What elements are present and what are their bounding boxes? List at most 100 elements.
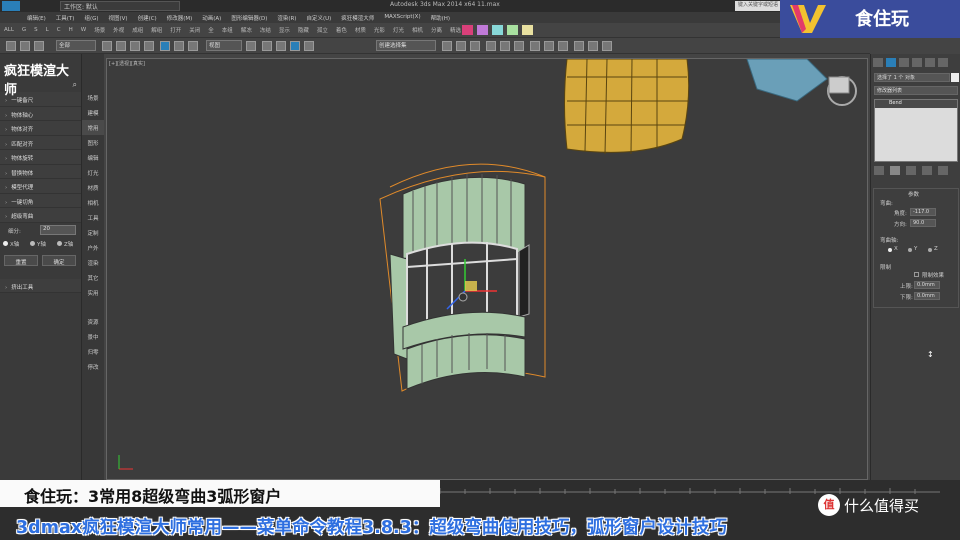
color-swatch[interactable] — [462, 25, 473, 35]
percent-snap-icon[interactable] — [290, 41, 300, 51]
window-crossing-icon[interactable] — [144, 41, 154, 51]
render-icon[interactable] — [558, 41, 568, 51]
align-icon[interactable] — [456, 41, 466, 51]
menu-item[interactable]: 动画(A) — [197, 12, 226, 23]
axis-y-radio[interactable] — [908, 248, 912, 252]
toolbar-button[interactable]: ALL — [0, 27, 18, 33]
toolbar-button[interactable]: 显示 — [275, 26, 294, 34]
toolbar-button[interactable]: 全 — [204, 26, 218, 34]
rotate-icon[interactable] — [174, 41, 184, 51]
toolbar-button[interactable]: H — [65, 27, 77, 33]
pivot-icon[interactable] — [246, 41, 256, 51]
viewcube[interactable] — [827, 76, 857, 106]
toolbar-button[interactable]: 成组 — [128, 26, 147, 34]
toolbar-button[interactable]: W — [77, 27, 90, 33]
toolbar-button[interactable]: 本组 — [218, 26, 237, 34]
modifier-stack[interactable]: Bend — [874, 99, 958, 162]
toolbar-button[interactable]: C — [53, 27, 65, 33]
toolbar-button[interactable]: 材质 — [351, 26, 370, 34]
toolbar-button[interactable]: 分离 — [427, 26, 446, 34]
toolbar-button[interactable]: 解冻 — [237, 26, 256, 34]
direction-input[interactable]: 90.0 — [910, 219, 936, 227]
upper-limit-input[interactable]: 0.0mm — [914, 281, 940, 289]
pin-stack-icon[interactable] — [874, 166, 884, 175]
toolbar-button[interactable]: 冻结 — [256, 26, 275, 34]
plugin-item[interactable]: 物体旋转 — [0, 150, 81, 165]
toolbar-button[interactable]: 解组 — [147, 26, 166, 34]
angle-snap-icon[interactable] — [276, 41, 286, 51]
stack-item-bend[interactable]: Bend — [875, 100, 957, 108]
perspective-viewport[interactable]: [+][透视][真实] — [106, 58, 868, 480]
axis-y-radio[interactable] — [30, 240, 35, 246]
plugin-tab[interactable]: 渲染 — [82, 255, 104, 270]
schematic-icon[interactable] — [500, 41, 510, 51]
select-object-icon[interactable] — [102, 41, 112, 51]
show-end-result-icon[interactable] — [890, 166, 900, 175]
create-tab-icon[interactable] — [873, 58, 883, 67]
plugin-item[interactable]: 模型代理 — [0, 179, 81, 194]
teapot-icon[interactable] — [602, 41, 612, 51]
plugin-tab[interactable]: 其它 — [82, 270, 104, 285]
plugin-tab[interactable]: 实用 — [82, 285, 104, 300]
plugin-tab[interactable]: 材质 — [82, 180, 104, 195]
plugin-tab[interactable]: 户外 — [82, 240, 104, 255]
toolbar-button[interactable]: 外视 — [109, 26, 128, 34]
toolbar-button[interactable]: 灯光 — [389, 26, 408, 34]
display-tab-icon[interactable] — [925, 58, 935, 67]
select-by-name-icon[interactable] — [116, 41, 126, 51]
object-name-field[interactable]: 选择了 1 个 对象 — [874, 73, 950, 82]
render-setup-icon[interactable] — [530, 41, 540, 51]
plugin-search[interactable]: ⌕ — [0, 80, 81, 92]
menu-item[interactable]: 创建(C) — [133, 12, 162, 23]
app-icon[interactable] — [2, 1, 20, 11]
move-icon[interactable] — [160, 41, 170, 51]
plugin-item[interactable]: 物体轴心 — [0, 106, 81, 121]
plugin-item[interactable]: 物体对齐 — [0, 121, 81, 136]
segments-input[interactable]: 20 — [40, 224, 76, 235]
named-selection-select[interactable]: 创建选择集 — [376, 40, 436, 51]
axis-x-radio[interactable] — [888, 248, 892, 252]
configure-sets-icon[interactable] — [938, 166, 948, 175]
toolbar-button[interactable]: L — [42, 27, 53, 33]
plugin-tab[interactable]: 灯光 — [82, 165, 104, 180]
plugin-tab[interactable]: 归零 — [82, 344, 104, 359]
teapot-icon[interactable] — [588, 41, 598, 51]
render-frame-icon[interactable] — [544, 41, 554, 51]
teapot-icon[interactable] — [574, 41, 584, 51]
plugin-item-extrude[interactable]: 挤出工具 — [0, 278, 81, 293]
toolbar-button[interactable]: 着色 — [332, 26, 351, 34]
menu-item[interactable]: MAXScript(X) — [379, 12, 425, 23]
reference-coordinate-select[interactable]: 视图 — [206, 40, 242, 51]
color-swatch[interactable] — [507, 25, 518, 35]
toolbar-button[interactable]: G — [18, 27, 30, 33]
remove-modifier-icon[interactable] — [922, 166, 932, 175]
menu-item[interactable]: 修改器(M) — [162, 12, 198, 23]
toolbar-button[interactable]: 光影 — [370, 26, 389, 34]
plugin-tab[interactable]: 资源 — [82, 314, 104, 329]
timeline-ruler[interactable] — [440, 486, 940, 494]
menu-item[interactable]: 组(G) — [79, 12, 103, 23]
object-color-swatch[interactable] — [951, 73, 959, 82]
angle-input[interactable]: -117.0 — [910, 208, 936, 216]
rollout-title[interactable]: 参数 — [908, 190, 919, 198]
search-icon[interactable]: ⌕ — [73, 80, 77, 90]
menu-item[interactable]: 自定义(U) — [301, 12, 336, 23]
modify-tab-icon[interactable] — [886, 58, 896, 67]
plugin-tab[interactable]: 相机 — [82, 195, 104, 210]
toolbar-button[interactable]: 相机 — [408, 26, 427, 34]
menu-item[interactable]: 编辑(E) — [22, 12, 51, 23]
rect-selection-icon[interactable] — [130, 41, 140, 51]
hierarchy-tab-icon[interactable] — [899, 58, 909, 67]
toolbar-button[interactable]: 场景 — [90, 26, 109, 34]
toolbar-button[interactable]: 孤立 — [313, 26, 332, 34]
plugin-item[interactable]: 一键切角 — [0, 193, 81, 208]
color-swatch[interactable] — [477, 25, 488, 35]
menu-item[interactable]: 视图(V) — [104, 12, 133, 23]
spinner-snap-icon[interactable] — [304, 41, 314, 51]
plugin-tab[interactable]: 景中 — [82, 329, 104, 344]
menu-item[interactable]: 工具(T) — [51, 12, 80, 23]
axis-z-radio[interactable] — [57, 240, 62, 246]
plugin-tab[interactable]: 定制 — [82, 225, 104, 240]
mirror-icon[interactable] — [442, 41, 452, 51]
plugin-tab[interactable]: 编辑 — [82, 150, 104, 165]
